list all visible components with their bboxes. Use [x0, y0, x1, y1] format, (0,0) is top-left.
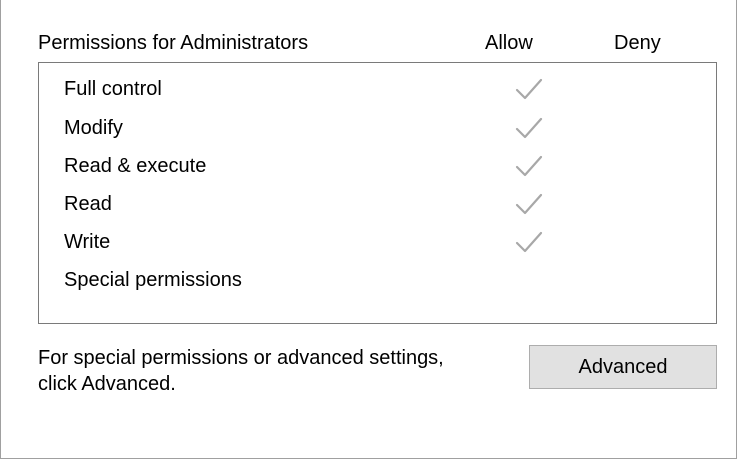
checkmark-icon [514, 116, 544, 142]
permission-label: Full control [64, 78, 162, 100]
advanced-button[interactable]: Advanced [529, 345, 717, 389]
checkmark-icon [514, 192, 544, 218]
permission-row-full-control: Full control [64, 73, 684, 105]
permission-row-write: Write [64, 226, 684, 258]
permission-row-modify: Modify [64, 112, 684, 144]
permissions-panel: Permissions for Administrators Allow Den… [0, 0, 737, 459]
advanced-hint-line-2: click Advanced. [38, 373, 176, 395]
permissions-list: Full control Modify Read & execute Read … [38, 62, 717, 324]
permission-row-special: Special permissions [64, 264, 684, 296]
checkmark-icon [514, 154, 544, 180]
deny-column-header: Deny [614, 32, 661, 54]
permission-row-read-execute: Read & execute [64, 150, 684, 182]
checkmark-icon [514, 230, 544, 256]
permissions-header: Permissions for Administrators Allow Den… [38, 30, 718, 56]
permission-label: Read [64, 193, 112, 215]
allow-column-header: Allow [485, 32, 533, 54]
advanced-hint-text: For special permissions or advanced sett… [38, 345, 508, 397]
advanced-hint-line-1: For special permissions or advanced sett… [38, 347, 444, 369]
permission-label: Special permissions [64, 269, 242, 291]
permission-row-read: Read [64, 188, 684, 220]
permission-label: Read & execute [64, 155, 207, 177]
permissions-title: Permissions for Administrators [38, 32, 309, 54]
permission-label: Write [64, 231, 111, 253]
permission-label: Modify [64, 117, 123, 139]
checkmark-icon [514, 77, 544, 103]
